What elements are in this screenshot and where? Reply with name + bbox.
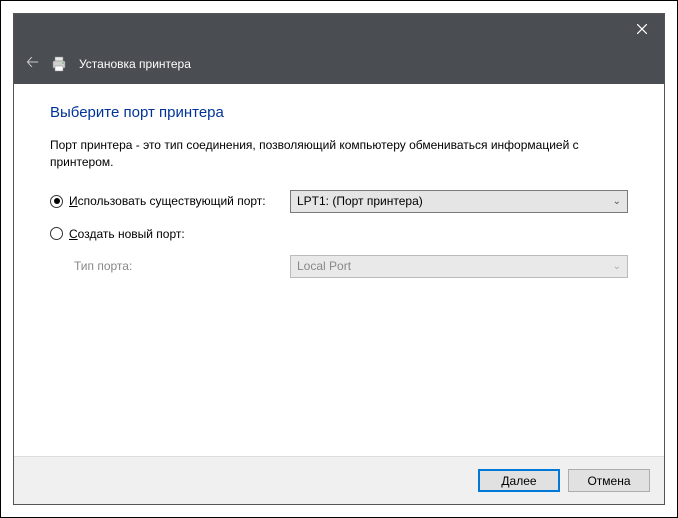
select-port-type: Local Port ⌄ [290,255,628,278]
radio-use-existing[interactable]: Использовать существующий порт: [50,194,290,208]
select-existing-port-value: LPT1: (Порт принтера) [297,194,423,208]
close-icon [637,24,647,34]
titlebar [14,14,664,44]
chevron-down-icon: ⌄ [613,261,621,272]
radio-icon-unchecked [50,227,63,240]
select-port-type-value: Local Port [297,259,351,273]
nav-title: Установка принтера [79,57,191,71]
page-description: Порт принтера - это тип соединения, позв… [50,137,610,172]
radio-label-create-new: Создать новый порт: [69,227,185,241]
content-area: Выберите порт принтера Порт принтера - э… [14,84,664,456]
label-port-type: Тип порта: [74,259,290,273]
row-port-type: Тип порта: Local Port ⌄ [50,255,628,278]
printer-icon [51,56,67,72]
row-create-new: Создать новый порт: [50,227,628,241]
close-button[interactable] [619,14,664,44]
radio-icon-checked [50,195,63,208]
next-button[interactable]: Далее [478,469,560,492]
dialog-window: 🡠 Установка принтера Выберите порт принт… [13,13,665,505]
cancel-button[interactable]: Отмена [568,469,650,492]
chevron-down-icon: ⌄ [613,196,621,207]
back-arrow-icon[interactable]: 🡠 [26,51,39,78]
radio-label-use-existing: Использовать существующий порт: [69,194,266,208]
page-heading: Выберите порт принтера [50,104,628,121]
select-existing-port[interactable]: LPT1: (Порт принтера) ⌄ [290,190,628,213]
navbar: 🡠 Установка принтера [14,44,664,84]
row-use-existing: Использовать существующий порт: LPT1: (П… [50,190,628,213]
radio-create-new[interactable]: Создать новый порт: [50,227,290,241]
footer: Далее Отмена [14,456,664,504]
